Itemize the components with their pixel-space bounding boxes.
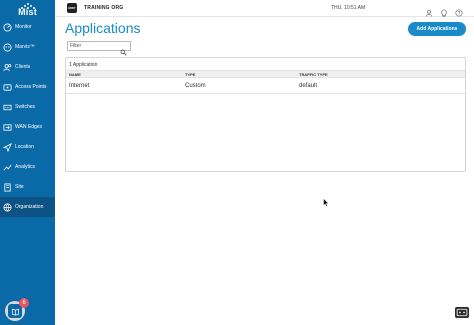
applications-table-panel: 1 Application NAME TYPE TRAFFIC TYPE Int… (65, 57, 466, 172)
monitor-icon (3, 22, 12, 32)
page-title: Applications (65, 20, 141, 36)
table-header: NAME TYPE TRAFFIC TYPE (66, 70, 465, 78)
mouse-cursor-icon (323, 194, 329, 207)
application-count: 1 Application (69, 62, 98, 68)
column-header-type[interactable]: TYPE (185, 72, 195, 77)
location-icon (3, 142, 12, 152)
access-point-icon (3, 83, 12, 92)
notification-badge: 6 (19, 298, 29, 308)
table-row[interactable]: Internet Custom default (66, 78, 465, 94)
sidebar-item-switches[interactable]: Switches (0, 97, 55, 117)
sidebar-item-organization[interactable]: Organization (0, 197, 55, 217)
chat-widget-button[interactable] (455, 307, 469, 318)
sidebar-item-label: Monitor (15, 24, 32, 30)
sidebar-item-label: Switches (15, 104, 36, 110)
sidebar-item-label: Clients (15, 64, 31, 70)
lightbulb-icon[interactable] (440, 4, 448, 17)
add-applications-button[interactable]: Add Applications (408, 22, 466, 36)
sidebar-item-label: Access Points (15, 84, 47, 90)
filter-field[interactable] (67, 41, 131, 56)
sidebar-nav: Monitor Marvis™ Clients Access Points Sw… (0, 17, 55, 217)
org-name[interactable]: TRAINING ORG (84, 5, 123, 11)
sidebar-item-access-points[interactable]: Access Points (0, 77, 55, 97)
column-header-name[interactable]: NAME (69, 72, 81, 77)
analytics-icon (3, 163, 12, 172)
org-badge: MIST (67, 3, 77, 13)
organization-icon (3, 202, 12, 212)
wan-edge-icon (3, 123, 12, 132)
chat-icon (456, 308, 468, 317)
cell-name: Internet (69, 83, 90, 89)
sidebar-item-label: Analytics (15, 164, 36, 170)
clock: THU, 10:51 AM (331, 5, 366, 11)
marvis-icon (3, 42, 12, 52)
sidebar-item-monitor[interactable]: Monitor (0, 17, 55, 37)
mist-logo-icon (18, 2, 38, 9)
sidebar-item-location[interactable]: Location (0, 137, 55, 157)
sidebar-item-wan-edges[interactable]: WAN Edges (0, 117, 55, 137)
filter-input[interactable] (70, 43, 120, 49)
help-icon[interactable] (455, 4, 463, 17)
sidebar-item-label: Organization (15, 204, 44, 210)
sidebar-item-label: WAN Edges (15, 124, 43, 130)
sidebar-item-label: Marvis™ (15, 44, 35, 50)
search-icon[interactable] (120, 43, 127, 56)
sidebar-item-site[interactable]: Site (0, 177, 55, 197)
sidebar-item-label: Location (15, 144, 34, 150)
sidebar: Mist Monitor Marvis™ Clients Access Poin… (0, 0, 55, 325)
user-icon[interactable] (425, 4, 433, 17)
switch-icon (3, 103, 12, 112)
sidebar-item-marvis[interactable]: Marvis™ (0, 37, 55, 57)
sidebar-item-label: Site (15, 184, 24, 190)
cell-type: Custom (185, 83, 206, 89)
column-header-traffic-type[interactable]: TRAFFIC TYPE (299, 72, 328, 77)
mist-logo[interactable]: Mist (0, 0, 55, 17)
site-icon (3, 182, 12, 192)
top-bar: MIST TRAINING ORG (55, 0, 474, 17)
sidebar-item-analytics[interactable]: Analytics (0, 157, 55, 177)
cell-traffic-type: default (299, 83, 318, 89)
sidebar-item-clients[interactable]: Clients (0, 57, 55, 77)
clients-icon (3, 63, 12, 72)
